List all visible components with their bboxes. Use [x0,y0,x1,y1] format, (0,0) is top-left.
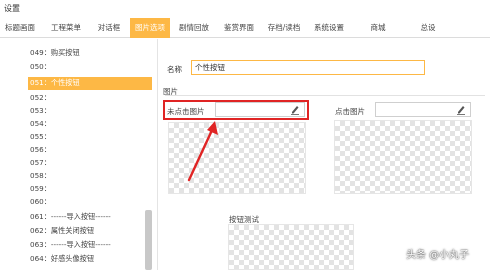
list-item[interactable]: 064：好感头像按钮 [28,253,152,265]
tab-title-screen[interactable]: 标题画面 [0,18,40,38]
tab-shop[interactable]: 商城 [364,18,392,38]
clicked-image-field[interactable] [375,102,471,117]
list-item[interactable]: 062：属性关闭按钮 [28,225,152,237]
list-item[interactable]: 059： [28,183,152,195]
red-arrow-annotation [187,121,218,182]
tab-bar: 标题画面 工程菜单 对话框 图片选项 剧情回放 鉴赏界面 存档/读档 系统设置 … [0,18,490,38]
clicked-image-preview [334,120,472,194]
list-item[interactable]: 050： [28,61,152,73]
list-item[interactable]: 063：------导入按钮------ [28,239,152,251]
watermark: 头条 @小丸子 [406,250,470,261]
tab-story-replay[interactable]: 剧情回放 [174,18,214,38]
clicked-image-label: 点击图片 [335,107,365,116]
tab-project-menu[interactable]: 工程菜单 [44,18,88,38]
name-label: 名称 [167,65,182,74]
tab-dialog[interactable]: 对话框 [92,18,126,38]
window-title: 设置 [4,4,20,13]
list-item[interactable]: 061：------导入按钮------ [28,211,152,223]
button-test-preview [228,224,354,270]
list-item[interactable]: 049：购买按钮 [28,47,152,59]
list-item-selected[interactable]: 051：个性按钮 [28,77,152,90]
tab-save-load[interactable]: 存档/读档 [263,18,305,38]
list-item[interactable]: 057： [28,157,152,169]
window-titlebar: 设置 [0,0,490,16]
list-scrollbar[interactable] [145,210,152,270]
tab-system-settings[interactable]: 系统设置 [308,18,350,38]
list-item[interactable]: 055： [28,131,152,143]
name-input[interactable]: 个性按钮 [191,60,425,75]
list-item[interactable]: 056： [28,144,152,156]
tab-image-options[interactable]: 图片选项 [130,18,170,38]
list-item[interactable]: 052： [28,92,152,104]
item-list-panel: 049：购买按钮 050： 051：个性按钮 052： 053： 054： 05… [0,39,158,270]
list-item[interactable]: 054： [28,118,152,130]
highlight-box [163,100,309,120]
pencil-icon[interactable] [456,104,466,115]
list-item[interactable]: 053： [28,105,152,117]
list-item[interactable]: 058： [28,170,152,182]
tab-general[interactable]: 总设 [414,18,442,38]
section-divider [165,95,485,96]
tab-gallery[interactable]: 鉴赏界面 [218,18,260,38]
list-item[interactable]: 060： [28,196,152,208]
